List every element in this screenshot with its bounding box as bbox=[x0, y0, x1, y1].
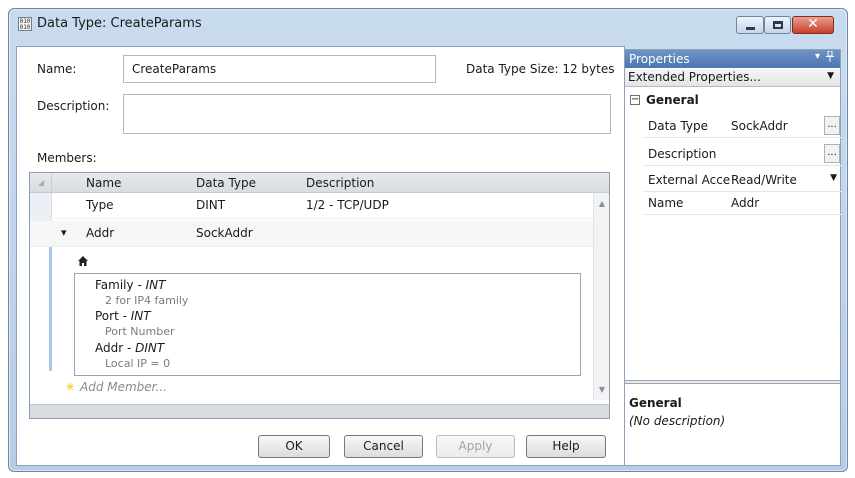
member-name: Family bbox=[95, 278, 134, 292]
close-icon: ✕ bbox=[807, 16, 819, 32]
property-key: External Access bbox=[648, 173, 730, 187]
extended-properties-select[interactable]: Extended Properties... ▼ bbox=[625, 69, 840, 87]
dropdown-arrow-icon[interactable]: ▼ bbox=[830, 173, 837, 183]
members-grid: Name Data Type Description Type DINT 1/2… bbox=[29, 172, 610, 419]
property-row[interactable]: Name Addr bbox=[643, 192, 842, 215]
collapse-arrow-icon[interactable]: ▾ bbox=[61, 226, 67, 239]
row-name: Addr bbox=[86, 226, 115, 240]
help-button[interactable]: Help bbox=[526, 435, 606, 458]
ellipsis-button[interactable]: ... bbox=[824, 116, 840, 135]
corner-triangle-icon bbox=[38, 180, 44, 186]
property-value: SockAddr bbox=[731, 119, 788, 133]
panel-menu-icon[interactable]: ▾ bbox=[815, 51, 820, 62]
home-icon[interactable] bbox=[77, 255, 89, 267]
member-type: INT bbox=[145, 278, 166, 292]
data-type-icon: 010 010 bbox=[18, 17, 32, 31]
minimize-button[interactable] bbox=[736, 16, 764, 34]
ok-button[interactable]: OK bbox=[258, 435, 330, 458]
help-title: General bbox=[629, 396, 682, 410]
collapse-icon[interactable]: − bbox=[630, 95, 640, 105]
row-name: Type bbox=[86, 198, 114, 212]
member-name: Port bbox=[95, 309, 119, 323]
properties-title: Properties bbox=[629, 52, 690, 66]
new-member-star-icon: ✳ bbox=[65, 380, 76, 394]
category-label: General bbox=[646, 93, 699, 107]
properties-title-bar: Properties ▾ bbox=[625, 50, 840, 68]
description-label: Description: bbox=[37, 99, 110, 113]
member-description: Port Number bbox=[105, 325, 175, 338]
maximize-button[interactable] bbox=[764, 16, 791, 34]
property-key: Description bbox=[648, 147, 717, 161]
add-member-row[interactable]: Add Member... bbox=[80, 380, 167, 394]
minimize-icon bbox=[746, 27, 755, 30]
select-all-corner[interactable] bbox=[30, 173, 52, 193]
name-input[interactable]: CreateParams bbox=[123, 55, 436, 83]
table-row[interactable]: Type DINT 1/2 - TCP/UDP bbox=[30, 193, 609, 219]
member-description: 2 for IP4 family bbox=[105, 294, 189, 307]
horizontal-scrollbar[interactable] bbox=[30, 404, 609, 418]
column-header-description[interactable]: Description bbox=[306, 176, 374, 190]
member-description: Local IP = 0 bbox=[105, 357, 171, 370]
property-row[interactable]: External Access Read/Write ▼ bbox=[643, 169, 842, 192]
member-addr: Addr - DINT bbox=[95, 341, 165, 355]
property-value: Addr bbox=[731, 196, 760, 210]
structure-members-panel: Family - INT 2 for IP4 family Port - INT… bbox=[74, 273, 581, 376]
column-header-name[interactable]: Name bbox=[86, 176, 121, 190]
window-title: Data Type: CreateParams bbox=[37, 16, 202, 31]
property-row[interactable]: Description ... bbox=[643, 143, 842, 166]
property-value: Read/Write bbox=[731, 173, 797, 187]
property-key: Name bbox=[648, 196, 684, 210]
column-header-data-type[interactable]: Data Type bbox=[196, 176, 256, 190]
name-label: Name: bbox=[37, 62, 77, 76]
property-key: Data Type bbox=[648, 119, 709, 133]
row-data-type: SockAddr bbox=[196, 226, 253, 240]
pin-icon[interactable] bbox=[826, 50, 834, 65]
grid-header: Name Data Type Description bbox=[30, 173, 609, 193]
member-type: DINT bbox=[135, 341, 165, 355]
member-port: Port - INT bbox=[95, 309, 151, 323]
chevron-down-icon: ▼ bbox=[827, 71, 834, 81]
row-data-type: DINT bbox=[196, 198, 226, 212]
members-label: Members: bbox=[37, 151, 97, 165]
apply-button[interactable]: Apply bbox=[436, 435, 515, 458]
member-name: Addr bbox=[95, 341, 124, 355]
ellipsis-button[interactable]: ... bbox=[824, 144, 840, 163]
scroll-up-icon[interactable]: ▲ bbox=[594, 199, 609, 208]
help-splitter[interactable] bbox=[625, 380, 840, 384]
help-text: (No description) bbox=[629, 414, 726, 428]
member-type: INT bbox=[130, 309, 151, 323]
title-bar[interactable]: 010 010 Data Type: CreateParams ✕ bbox=[9, 9, 847, 39]
data-type-size: Data Type Size: 12 bytes bbox=[466, 62, 615, 76]
category-general[interactable]: − General bbox=[625, 90, 840, 112]
property-row[interactable]: Data Type SockAddr ... bbox=[643, 115, 842, 138]
properties-panel: Properties ▾ Extended Properties... ▼ − … bbox=[624, 49, 842, 466]
vertical-scrollbar[interactable]: ▲ ▼ bbox=[593, 193, 609, 400]
selected-view: Extended Properties... bbox=[628, 70, 761, 84]
close-button[interactable]: ✕ bbox=[792, 16, 834, 34]
row-description: 1/2 - TCP/UDP bbox=[306, 198, 389, 212]
maximize-icon bbox=[773, 21, 783, 29]
scroll-down-icon[interactable]: ▼ bbox=[594, 385, 609, 394]
description-input[interactable] bbox=[123, 94, 611, 134]
table-row[interactable]: ▾ Addr SockAddr bbox=[30, 221, 609, 247]
member-family: Family - INT bbox=[95, 278, 166, 292]
cancel-button[interactable]: Cancel bbox=[344, 435, 423, 458]
